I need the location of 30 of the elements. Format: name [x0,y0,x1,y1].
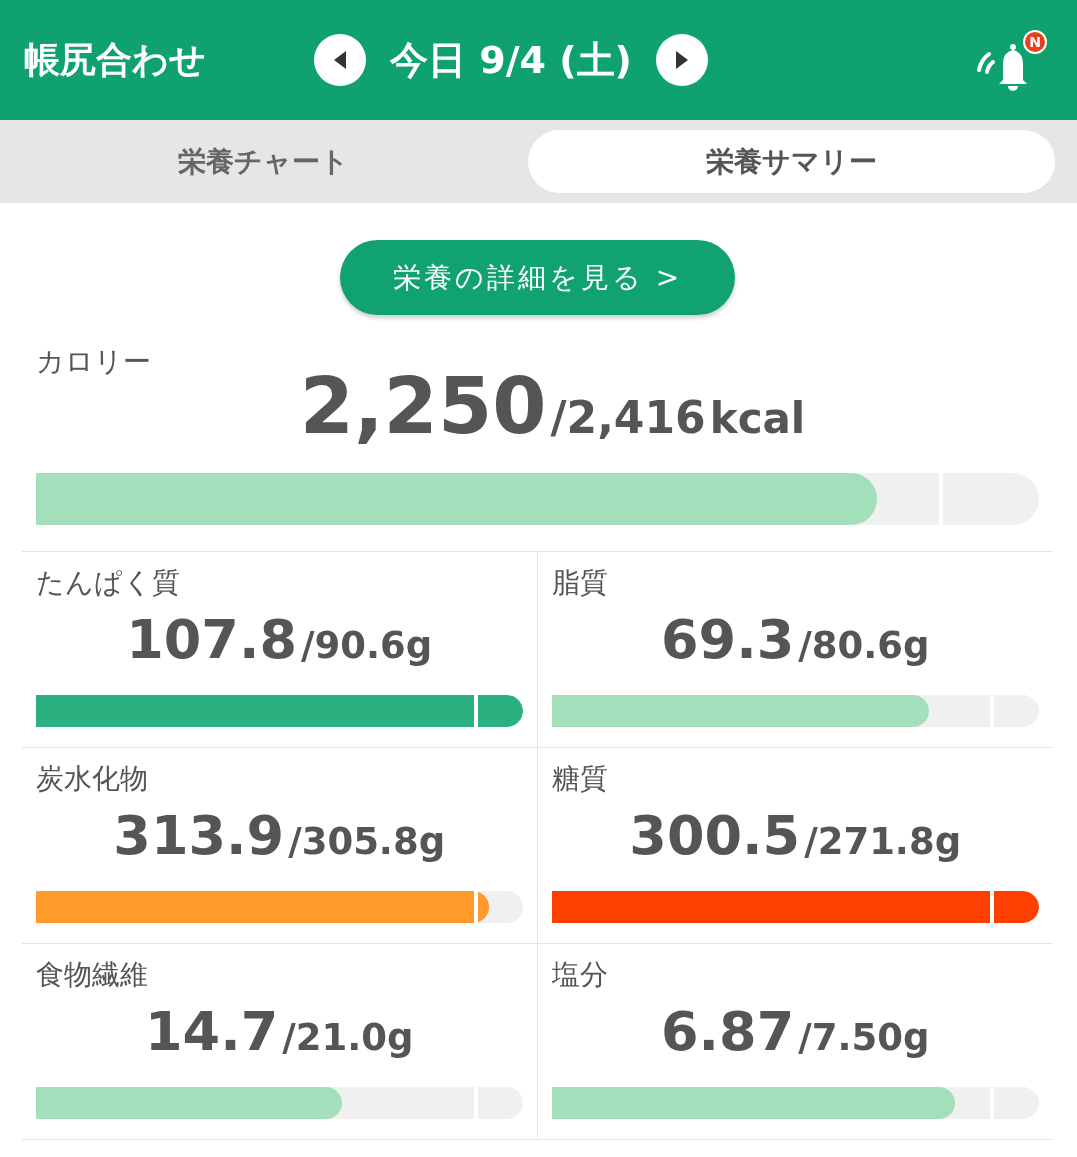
nutrition-detail-button[interactable]: 栄養の詳細を見る > [340,240,735,315]
tab[interactable]: 栄養チャート [0,130,528,193]
nutrient-target: /305.8g [288,820,446,863]
previous-day-button[interactable] [314,34,366,86]
nutrient-value: 14.7 [145,1000,279,1063]
notification-badge: N [1023,30,1047,54]
next-day-button[interactable] [655,34,708,86]
nutrient-target: /271.8g [804,820,962,863]
nutrient-label: 糖質 [551,761,609,797]
date-label: 今日 9/4 (土) [390,36,632,84]
nutrient-label: 脂質 [551,565,609,601]
app-title: 帳尻合わせ [24,37,207,82]
nutrient-target: /21.0g [282,1016,414,1059]
nutrient-value: 300.5 [629,804,801,867]
unit-label: kcal [709,394,806,443]
nutrient-target: /7.50g [798,1016,930,1059]
calorie-target: /2,416 [550,392,706,443]
nutrient-label: 塩分 [551,957,609,993]
tab[interactable]: 栄養サマリー [527,130,1055,193]
nutrient-value: 69.3 [661,608,795,671]
calorie-value: 2,250 [299,361,547,451]
nutrient-label: 炭水化物 [36,761,149,797]
nutrient-target: /90.6g [301,624,433,667]
nutrient-target: /80.6g [798,624,930,667]
nutrient-label: 食物繊維 [36,957,149,993]
nutrient-value: 6.87 [661,1000,795,1063]
nutrient-label: たんぱく質 [36,565,181,601]
nutrient-value: 107.8 [126,608,297,671]
calorie-label: カロリー [36,344,152,380]
nutrient-value: 313.9 [113,804,285,867]
